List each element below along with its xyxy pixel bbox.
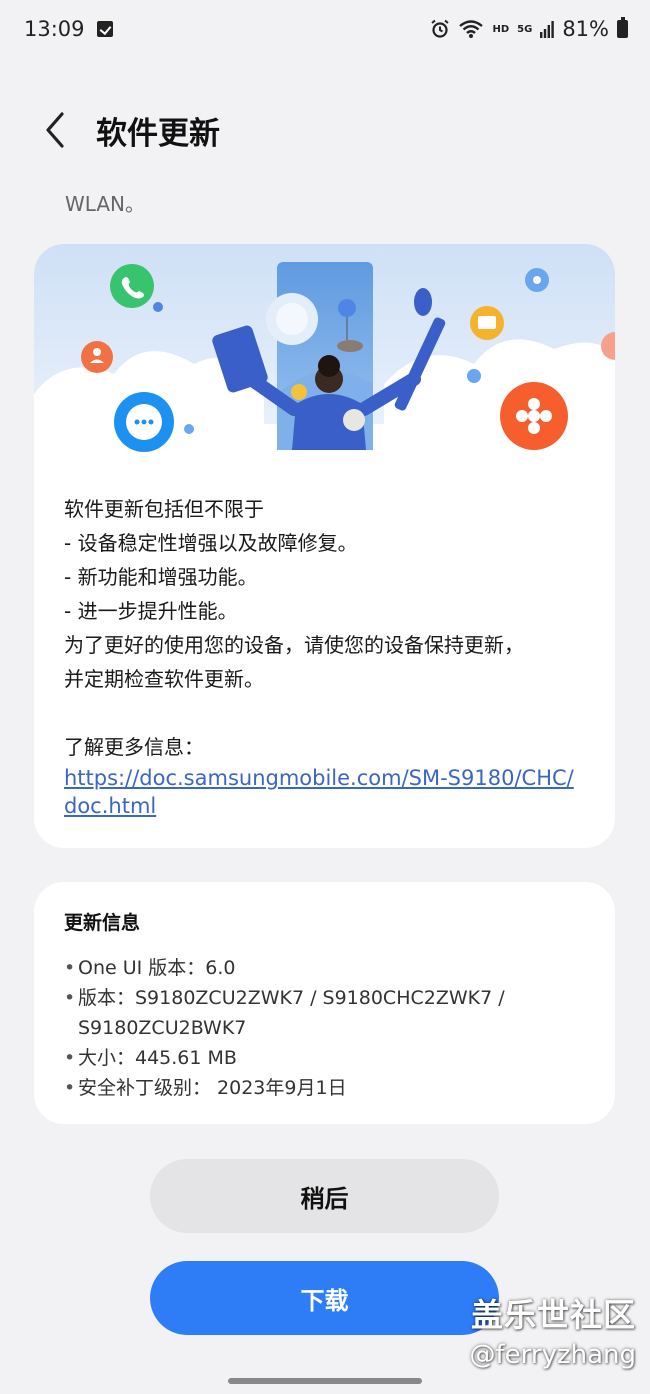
watermark-community: 盖乐世社区 [470, 1296, 636, 1334]
back-button[interactable] [26, 100, 86, 160]
5g-badge: 5G [517, 23, 533, 35]
info-item-build-version: 版本：S9180ZCU2ZWK7 / S9180CHC2ZWK7 / S9180… [64, 983, 585, 1043]
chevron-left-icon [46, 112, 64, 148]
alarm-icon [431, 19, 450, 38]
status-left: 13:09 [24, 17, 113, 41]
more-info-label: 了解更多信息： [64, 735, 204, 759]
info-item-one-ui-version: One UI 版本：6.0 [64, 953, 585, 983]
description-line: - 设备稳定性增强以及故障修复。 [64, 531, 358, 555]
later-button[interactable]: 稍后 [150, 1159, 499, 1233]
update-description-card: 软件更新包括但不限于 - 设备稳定性增强以及故障修复。 - 新功能和增强功能。 … [34, 244, 615, 848]
status-time: 13:09 [24, 17, 85, 41]
status-right: HD 5G 81% [430, 17, 628, 41]
software-update-illustration [34, 244, 615, 468]
battery-icon [617, 17, 628, 38]
description-line: - 新功能和增强功能。 [64, 565, 258, 589]
home-indicator[interactable] [228, 1378, 422, 1384]
signal-icon [540, 21, 555, 38]
description-line: 软件更新包括但不限于 [64, 497, 264, 521]
update-info-list: One UI 版本：6.0 版本：S9180ZCU2ZWK7 / S9180CH… [34, 953, 615, 1103]
wifi-icon [459, 20, 484, 38]
update-info-title: 更新信息 [64, 912, 141, 934]
hd-badge: HD [492, 23, 510, 35]
status-bar: 13:09 HD 5G 81% [0, 0, 650, 58]
checkbox-notification-icon [96, 21, 113, 37]
download-button[interactable]: 下载 [150, 1261, 499, 1335]
info-item-size: 大小：445.61 MB [64, 1043, 585, 1073]
description-line: 为了更好的使用您的设备，请使您的设备保持更新， [64, 633, 524, 657]
battery-percentage: 81% [562, 17, 609, 41]
page-title: 软件更新 [96, 115, 220, 152]
release-notes-link[interactable]: https://doc.samsungmobile.com/SM-S9180/C… [64, 764, 585, 820]
description-line: - 进一步提升性能。 [64, 599, 238, 623]
description-line: 并定期检查软件更新。 [64, 667, 264, 691]
description-text: 软件更新包括但不限于 - 设备稳定性增强以及故障修复。 - 新功能和增强功能。 … [34, 468, 615, 820]
app-header: 软件更新 [0, 100, 650, 160]
info-item-security-patch: 安全补丁级别： 2023年9月1日 [64, 1073, 585, 1103]
update-info-card: 更新信息 One UI 版本：6.0 版本：S9180ZCU2ZWK7 / S9… [34, 882, 615, 1124]
wlan-note: WLAN。 [65, 192, 146, 216]
watermark-author: @ferryzhang [469, 1340, 637, 1370]
